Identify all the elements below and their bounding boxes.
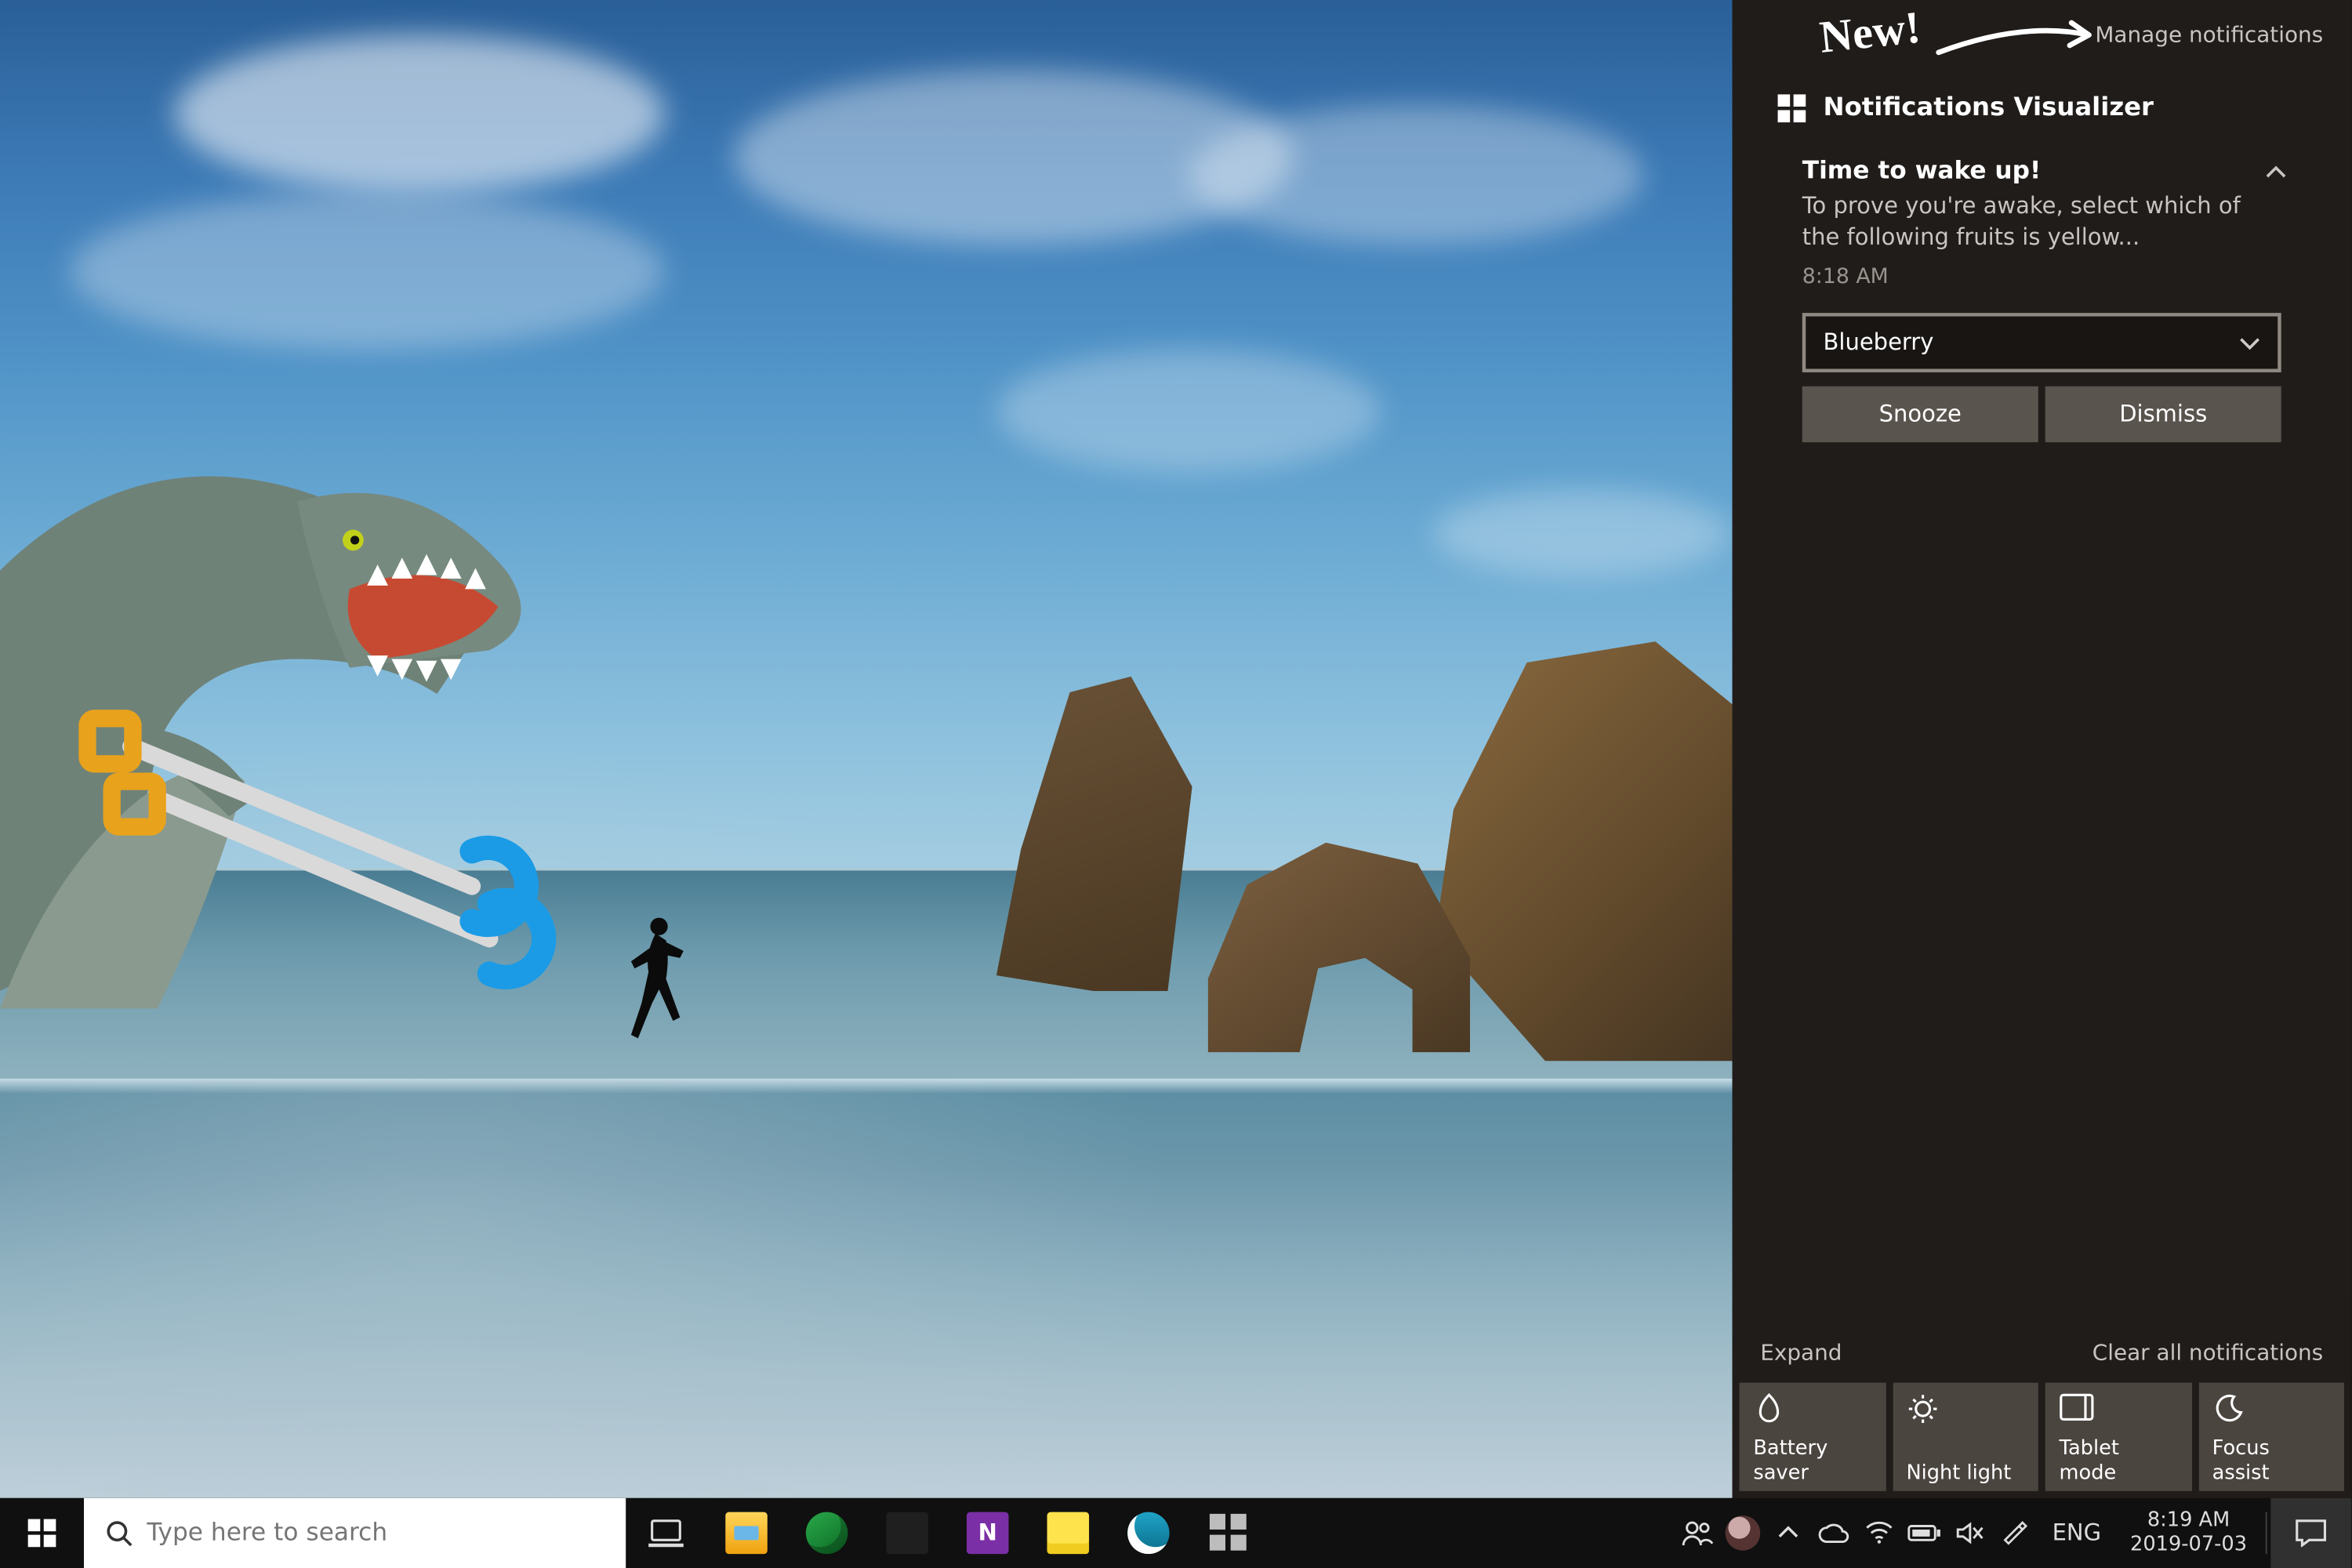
taskbar-app-globe[interactable] bbox=[786, 1498, 867, 1568]
notification-timestamp: 8:18 AM bbox=[1802, 264, 2281, 289]
focus-assist-icon bbox=[2212, 1393, 2244, 1425]
quick-action-label: Tablet mode bbox=[2060, 1436, 2178, 1484]
arrow-annotation-icon bbox=[1935, 17, 2110, 70]
tray-wifi[interactable] bbox=[1857, 1498, 1902, 1568]
quick-action-label: Battery saver bbox=[1753, 1436, 1871, 1484]
cloud-deco bbox=[1433, 489, 1730, 576]
task-view-button[interactable] bbox=[626, 1498, 706, 1568]
night-light-icon bbox=[1906, 1393, 1937, 1425]
snooze-button[interactable]: Snooze bbox=[1802, 387, 2038, 442]
battery-icon bbox=[1907, 1523, 1943, 1544]
clear-all-notifications-link[interactable]: Clear all notifications bbox=[2092, 1339, 2323, 1365]
quick-action-label: Night light bbox=[1906, 1460, 2024, 1484]
chevron-up-icon bbox=[2266, 162, 2287, 183]
avatar-icon bbox=[1726, 1515, 1761, 1551]
photos-icon bbox=[1127, 1512, 1170, 1555]
taskbar-app-news[interactable] bbox=[1189, 1498, 1269, 1568]
action-center-panel: New! Manage notifications Notifications … bbox=[1733, 0, 2351, 1498]
dinosaur-illustration bbox=[0, 344, 630, 1183]
search-icon bbox=[105, 1519, 133, 1548]
desktop-wallpaper[interactable] bbox=[0, 0, 1733, 1498]
tray-separator bbox=[2266, 1512, 2267, 1555]
tray-onedrive[interactable] bbox=[1811, 1498, 1857, 1568]
quick-action-night-light[interactable]: Night light bbox=[1893, 1383, 2038, 1491]
tray-clock[interactable]: 8:19 AM 2019-07-03 bbox=[2115, 1498, 2262, 1568]
globe-app-icon bbox=[806, 1512, 848, 1555]
chevron-up-icon bbox=[1778, 1523, 1799, 1544]
quick-actions-row: Battery saver Night light Tablet mode Fo… bbox=[1733, 1383, 2351, 1498]
quick-action-focus-assist[interactable]: Focus assist bbox=[2198, 1383, 2344, 1491]
cloud-icon bbox=[1818, 1523, 1849, 1544]
dismiss-button[interactable]: Dismiss bbox=[2045, 387, 2281, 442]
tray-volume[interactable] bbox=[1947, 1498, 1993, 1568]
cloud-deco bbox=[70, 192, 664, 350]
cloud-deco bbox=[996, 350, 1381, 472]
taskbar-search-input[interactable] bbox=[147, 1519, 626, 1548]
pen-icon bbox=[2003, 1521, 2027, 1545]
sticky-notes-icon bbox=[1047, 1512, 1090, 1555]
tray-date: 2019-07-03 bbox=[2130, 1533, 2247, 1557]
collapse-notification-button[interactable] bbox=[2260, 158, 2292, 189]
quick-action-tablet-mode[interactable]: Tablet mode bbox=[2045, 1383, 2191, 1491]
taskbar-app-photos[interactable] bbox=[1109, 1498, 1189, 1568]
windows-logo-icon bbox=[28, 1519, 56, 1548]
taskbar: N bbox=[0, 1498, 2351, 1568]
tray-language-indicator[interactable]: ENG bbox=[2038, 1498, 2115, 1568]
notification-app-name: Notifications Visualizer bbox=[1824, 94, 2154, 122]
taskbar-app-onenote[interactable]: N bbox=[947, 1498, 1028, 1568]
tray-time: 8:19 AM bbox=[2147, 1509, 2230, 1534]
tray-pen[interactable] bbox=[1993, 1498, 2038, 1568]
tray-people[interactable] bbox=[1675, 1498, 1720, 1568]
quick-action-battery-saver[interactable]: Battery saver bbox=[1740, 1383, 1886, 1491]
start-button[interactable] bbox=[0, 1498, 84, 1568]
calculator-icon bbox=[886, 1512, 928, 1555]
tablet-mode-icon bbox=[2060, 1393, 2095, 1421]
tray-battery[interactable] bbox=[1902, 1498, 1947, 1568]
people-icon bbox=[1682, 1519, 1713, 1548]
taskbar-app-sticky-notes[interactable] bbox=[1028, 1498, 1109, 1568]
cloud-deco bbox=[175, 35, 664, 193]
action-center-button[interactable] bbox=[2270, 1498, 2351, 1568]
notification-dropdown[interactable]: Blueberry bbox=[1802, 313, 2281, 372]
notification-title: Time to wake up! bbox=[1802, 158, 2281, 186]
runner-silhouette bbox=[621, 913, 691, 1052]
expand-quick-actions-link[interactable]: Expand bbox=[1760, 1339, 1842, 1365]
dropdown-selected-value: Blueberry bbox=[1824, 329, 1934, 355]
taskbar-app-file-explorer[interactable] bbox=[706, 1498, 787, 1568]
volume-muted-icon bbox=[1956, 1521, 1984, 1545]
tray-user-avatar[interactable] bbox=[1720, 1498, 1766, 1568]
file-explorer-icon bbox=[725, 1512, 768, 1555]
cloud-deco bbox=[1189, 105, 1643, 245]
taskbar-app-calculator[interactable] bbox=[867, 1498, 948, 1568]
app-tile-icon bbox=[1778, 94, 1806, 122]
notification-card: Time to wake up! To prove you're awake, … bbox=[1781, 140, 2302, 463]
notification-body: To prove you're awake, select which of t… bbox=[1802, 192, 2281, 253]
task-view-icon bbox=[647, 1517, 685, 1548]
tray-overflow-chevron[interactable] bbox=[1766, 1498, 1811, 1568]
notification-icon bbox=[2296, 1519, 2327, 1548]
quick-action-label: Focus assist bbox=[2212, 1436, 2331, 1484]
news-icon bbox=[1210, 1514, 1248, 1552]
wifi-icon bbox=[1865, 1521, 1893, 1545]
battery-saver-icon bbox=[1753, 1393, 1784, 1425]
taskbar-search-box[interactable] bbox=[84, 1498, 626, 1568]
onenote-icon: N bbox=[967, 1512, 1009, 1555]
system-tray: ENG 8:19 AM 2019-07-03 bbox=[1675, 1498, 2351, 1568]
new-ink-annotation: New! bbox=[1817, 2, 1923, 64]
chevron-down-icon bbox=[2239, 332, 2260, 354]
